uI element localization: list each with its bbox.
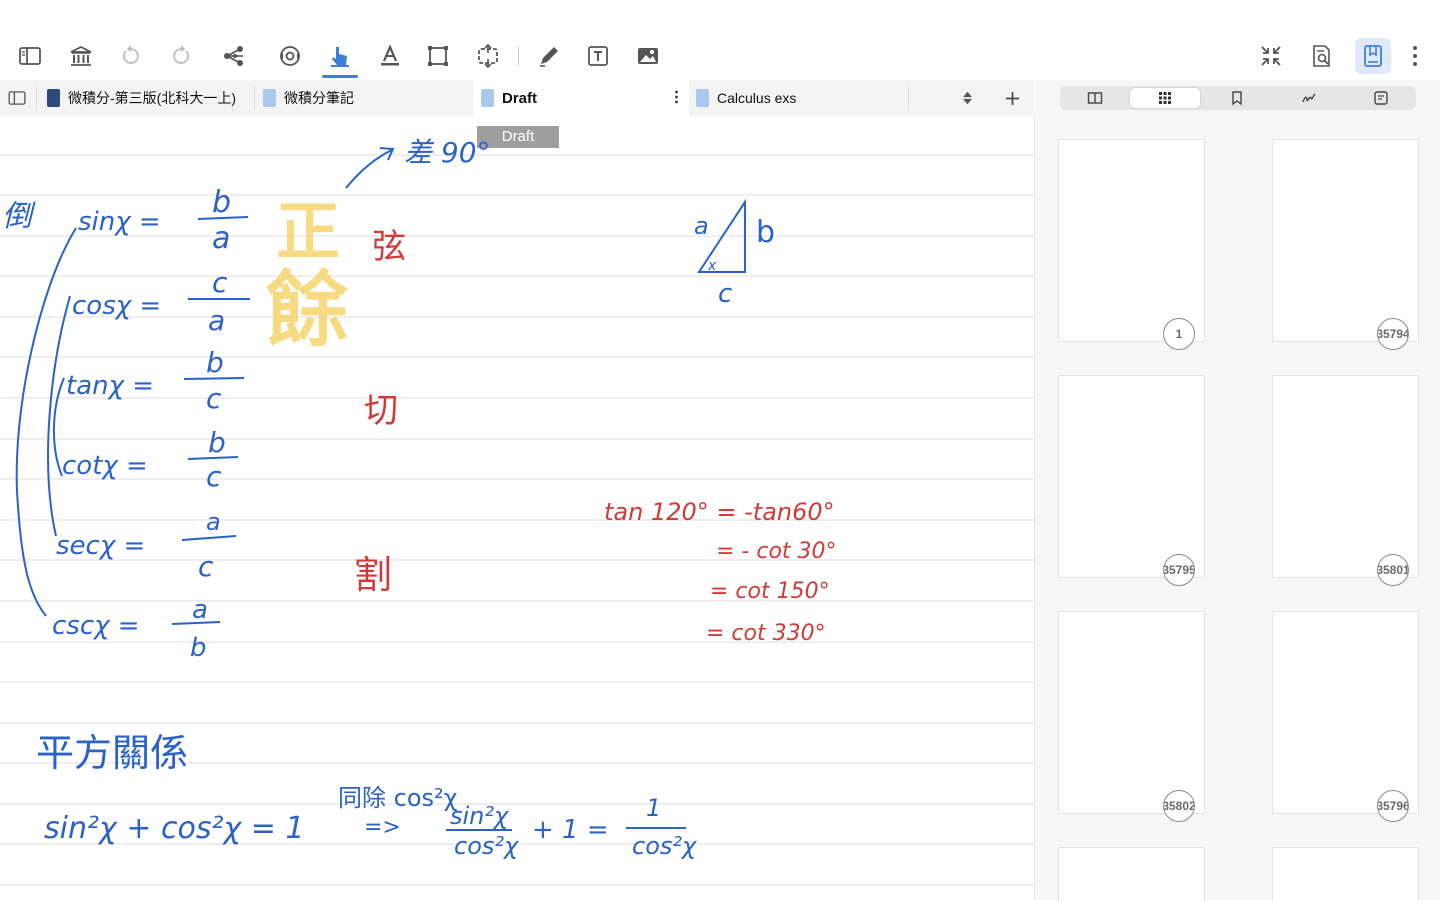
tab-sidebar-icon[interactable] xyxy=(4,80,30,116)
sidebar-toggle-icon[interactable] xyxy=(12,38,48,74)
tab-label: Draft xyxy=(502,89,538,107)
note-canvas[interactable] xyxy=(0,116,1035,900)
pen-icon[interactable] xyxy=(531,38,567,74)
search-document-icon[interactable] xyxy=(1303,38,1339,74)
tab-calculus-textbook[interactable]: 微積分-第三版(北科大一上) xyxy=(37,80,253,116)
page-thumbnail[interactable] xyxy=(1272,847,1419,901)
page-thumbnail[interactable] xyxy=(1058,139,1205,342)
bookmark-icon[interactable] xyxy=(1202,88,1272,108)
page-number-badge: 35795 xyxy=(1163,554,1195,586)
handwriting-icon[interactable] xyxy=(1274,88,1344,108)
collapse-icon[interactable] xyxy=(1253,38,1289,74)
library-icon[interactable] xyxy=(63,38,99,74)
active-tool-indicator xyxy=(322,75,358,78)
main-toolbar xyxy=(0,0,1440,81)
toolbar-divider xyxy=(518,46,519,66)
notebook-icon xyxy=(696,89,709,107)
resize-icon[interactable] xyxy=(470,38,506,74)
notebook-icon xyxy=(481,89,494,107)
crop-icon[interactable] xyxy=(420,38,456,74)
grid-icon[interactable] xyxy=(1130,88,1200,108)
sync-icon[interactable] xyxy=(272,38,308,74)
share-icon[interactable] xyxy=(216,38,252,74)
tab-calculus-notes[interactable]: 微積分筆記 xyxy=(255,80,472,116)
text-box-icon[interactable] xyxy=(580,38,616,74)
page-thumbnail[interactable] xyxy=(1058,375,1205,578)
tab-draft[interactable]: Draft xyxy=(473,80,689,116)
tab-more-icon[interactable] xyxy=(674,89,679,109)
side-panel-segmented-control xyxy=(1060,86,1416,110)
tab-label: 微積分筆記 xyxy=(284,90,354,106)
tab-calculus-exs[interactable]: Calculus exs xyxy=(690,80,908,116)
page-number-badge: 35794 xyxy=(1377,318,1409,350)
more-icon[interactable] xyxy=(1397,38,1433,74)
undo-icon[interactable] xyxy=(113,38,149,74)
two-page-view-icon[interactable] xyxy=(1060,88,1130,108)
ruled-lines xyxy=(0,154,1034,886)
page-number-badge: 1 xyxy=(1163,318,1195,350)
bookmark-panel-icon[interactable] xyxy=(1355,38,1391,74)
page-thumbnail[interactable] xyxy=(1272,139,1419,342)
redo-icon[interactable] xyxy=(163,38,199,74)
text-color-icon[interactable] xyxy=(372,38,408,74)
page-thumbnail[interactable] xyxy=(1058,611,1205,814)
pointer-icon[interactable] xyxy=(322,38,358,74)
page-thumbnail[interactable] xyxy=(1058,847,1205,901)
page-number-badge: 35801 xyxy=(1377,554,1409,586)
image-icon[interactable] xyxy=(630,38,666,74)
tab-divider xyxy=(908,86,909,110)
page-number-badge: 35796 xyxy=(1377,790,1409,822)
notebook-icon xyxy=(263,89,276,107)
page-thumbnail[interactable] xyxy=(1272,375,1419,578)
draft-page-label: Draft xyxy=(477,126,559,148)
note-icon[interactable] xyxy=(1346,88,1416,108)
tab-label: Calculus exs xyxy=(717,90,797,106)
document-tab-bar: 微積分-第三版(北科大一上) 微積分筆記 Draft Calculus exs xyxy=(0,80,1034,117)
tab-label: 微積分-第三版(北科大一上) xyxy=(68,90,236,106)
page-thumbnail[interactable] xyxy=(1272,611,1419,814)
tab-sort-icon[interactable] xyxy=(955,80,979,116)
notebook-icon xyxy=(47,89,60,107)
page-number-badge: 35802 xyxy=(1163,790,1195,822)
add-tab-icon[interactable] xyxy=(1000,80,1024,116)
